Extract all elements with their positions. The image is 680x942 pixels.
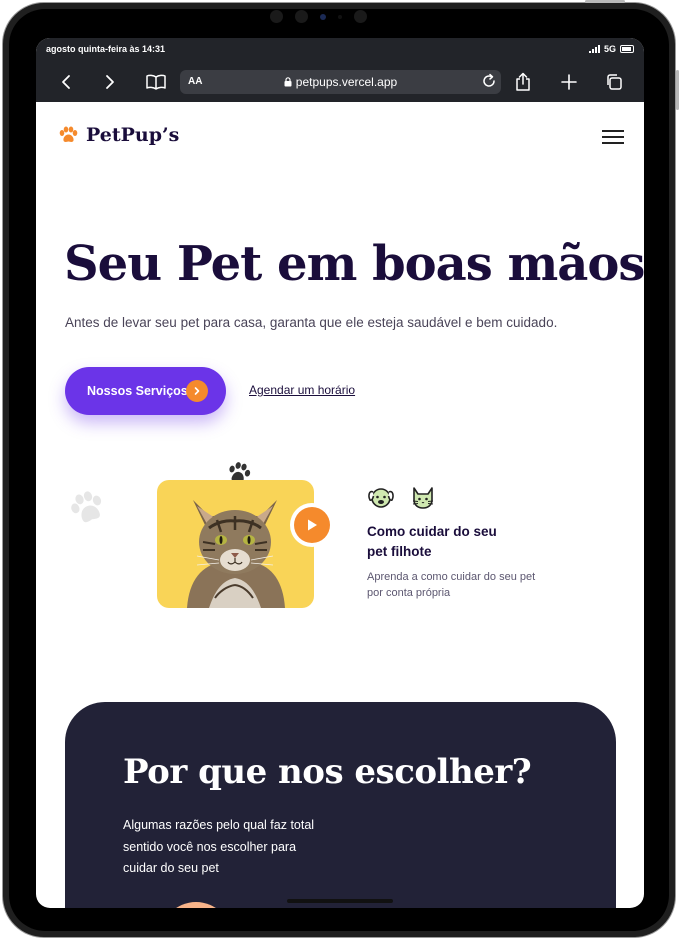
play-button[interactable] [290,503,334,547]
paw-icon [59,126,78,142]
network-label: 5G [603,44,616,54]
pet-icons [367,484,437,510]
decorative-circle [160,902,232,908]
schedule-link[interactable]: Agendar um horário [249,383,355,397]
sensor [338,14,342,19]
sensor [295,10,308,23]
video-card-description: Aprenda a como cuidar do seu pet por con… [367,571,536,599]
home-indicator[interactable] [287,899,393,903]
why-choose-us-section: Por que nos escolher? Algumas razões pel… [65,702,616,908]
cat-icon [412,487,434,509]
status-indicators: 5G [588,44,634,54]
sensor [270,10,283,23]
status-time: agosto quinta-feira às 14:31 [46,44,166,54]
bookmarks-icon[interactable] [144,70,168,94]
url-text: petpups.vercel.app [295,75,398,89]
back-icon[interactable] [54,70,78,94]
tabs-icon[interactable] [602,70,626,94]
services-button[interactable]: Nossos Serviços [65,367,226,415]
cat-image [187,500,285,608]
power-button [585,0,625,3]
hero-subtitle: Antes de levar seu pet para casa, garant… [65,315,558,330]
browser-toolbar: AA petpups.vercel.app [36,68,644,96]
video-thumbnail[interactable] [157,480,314,608]
services-button-label: Nossos Serviços [87,384,188,398]
hero-title: Seu Pet em boas mãos [64,236,644,292]
address-bar[interactable]: AA petpups.vercel.app [180,70,501,94]
hamburger-menu-icon[interactable] [602,128,624,146]
signal-icon [588,45,600,53]
paw-decoration-icon [68,488,108,532]
browser-chrome: agosto quinta-feira às 14:31 5G AA petpu… [36,38,644,102]
brand-name: PetPup’s [86,124,180,146]
play-icon [294,507,330,543]
volume-button [676,70,679,110]
camera-bar [270,10,367,23]
sensor [354,10,367,23]
share-icon[interactable] [511,70,535,94]
screen: agosto quinta-feira às 14:31 5G AA petpu… [36,38,644,908]
brand-logo[interactable]: PetPup’s [58,124,179,146]
forward-icon[interactable] [98,70,122,94]
status-bar: agosto quinta-feira às 14:31 5G [46,44,634,58]
chevron-right-icon [186,380,208,402]
why-title: Por que nos escolher? [123,752,532,792]
new-tab-icon[interactable] [557,70,581,94]
video-card-title[interactable]: Como cuidar do seu pet filhote [367,522,517,562]
why-text: Algumas razões pelo qual faz total senti… [123,818,315,875]
reload-icon[interactable] [481,73,497,94]
lock-icon [284,77,292,87]
camera-lens [320,13,326,20]
battery-icon [620,45,634,53]
dog-icon [368,488,394,508]
url-display[interactable]: petpups.vercel.app [180,75,501,89]
